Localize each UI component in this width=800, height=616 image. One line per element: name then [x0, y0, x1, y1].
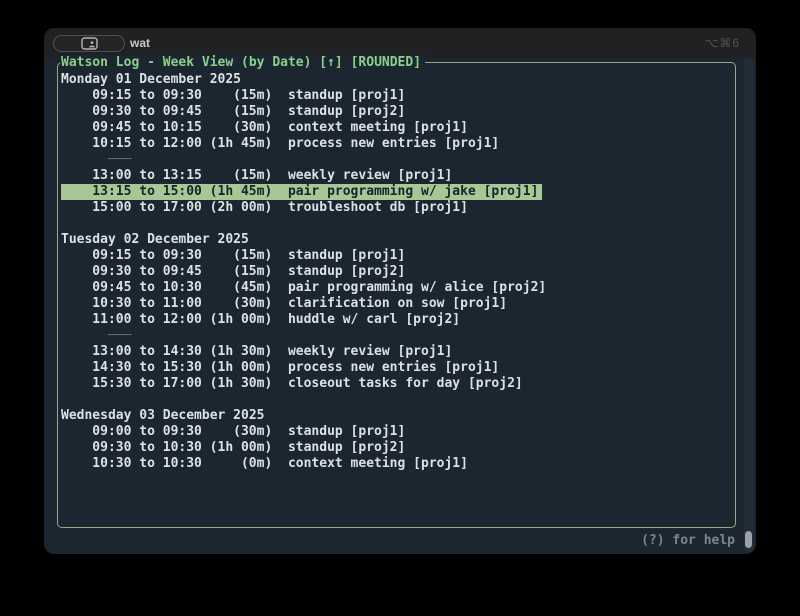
entry-duration: (30m) — [202, 424, 272, 440]
entry-description: closeout tasks for day [proj2] — [288, 376, 523, 392]
entry-time-range: 14:30 to 15:30 — [92, 360, 202, 376]
entry-time-range: 09:45 to 10:15 — [92, 120, 202, 136]
log-entry[interactable]: 09:15 to 09:30(15m) standup [proj1] — [61, 248, 734, 264]
entry-duration: (2h 00m) — [202, 200, 272, 216]
entry-description: process new entries [proj1] — [288, 136, 499, 152]
gap-indicator: ─── — [61, 152, 734, 168]
entry-description: standup [proj1] — [288, 88, 405, 104]
day-header: Monday 01 December 2025 — [61, 72, 734, 88]
entry-time-range: 10:30 to 11:00 — [92, 296, 202, 312]
entry-description: clarification on sow [proj1] — [288, 296, 507, 312]
day-section: Wednesday 03 December 202509:00 to 09:30… — [61, 408, 734, 472]
week-view-panel: Watson Log - Week View (by Date) [↑] [RO… — [57, 62, 736, 528]
terminal-window-icon — [81, 37, 98, 50]
entry-time-range: 13:00 to 13:15 — [92, 168, 202, 184]
log-entry[interactable]: 15:30 to 17:00(1h 30m) closeout tasks for… — [61, 376, 734, 392]
entry-duration: (1h 00m) — [202, 440, 272, 456]
window-title: wat — [130, 36, 150, 50]
entry-description: process new entries [proj1] — [288, 360, 499, 376]
entry-duration: (1h 30m) — [202, 344, 272, 360]
entry-description: weekly review [proj1] — [288, 168, 452, 184]
entry-time-range: 09:30 to 10:30 — [92, 440, 202, 456]
entry-time-range: 09:30 to 09:45 — [92, 104, 202, 120]
log-entry[interactable]: 10:30 to 11:00(30m) clarification on sow … — [61, 296, 734, 312]
log-entry[interactable]: 14:30 to 15:30(1h 00m) process new entrie… — [61, 360, 734, 376]
entry-time-range: 15:30 to 17:00 — [92, 376, 202, 392]
gap-indicator: ─── — [61, 328, 734, 344]
entry-time-range: 09:15 to 09:30 — [92, 248, 202, 264]
entry-time-range: 09:15 to 09:30 — [92, 88, 202, 104]
entry-duration: (15m) — [202, 88, 272, 104]
desktop-background: wat ⌥⌘6 Watson Log - Week View (by Date)… — [0, 0, 800, 616]
entry-duration: (15m) — [202, 248, 272, 264]
log-entry[interactable]: 09:30 to 09:45(15m) standup [proj2] — [61, 264, 734, 280]
entry-description: standup [proj1] — [288, 424, 405, 440]
entry-description: standup [proj2] — [288, 264, 405, 280]
log-entry[interactable]: 09:45 to 10:15(30m) context meeting [proj… — [61, 120, 734, 136]
log-entry[interactable]: 09:45 to 10:30(45m) pair programming w/ a… — [61, 280, 734, 296]
entry-duration: (1h 00m) — [202, 360, 272, 376]
entry-description: huddle w/ carl [proj2] — [288, 312, 460, 328]
log-entry[interactable]: 10:30 to 10:30(0m) context meeting [proj1… — [61, 456, 734, 472]
entry-description: context meeting [proj1] — [288, 456, 468, 472]
entry-duration: (1h 45m) — [202, 184, 272, 200]
panel-title: Watson Log - Week View (by Date) [↑] [RO… — [60, 55, 425, 71]
log-entry[interactable]: 09:30 to 10:30(1h 00m) standup [proj2] — [61, 440, 734, 456]
entry-duration: (1h 30m) — [202, 376, 272, 392]
help-hint: (?) for help — [641, 533, 735, 549]
entry-description: context meeting [proj1] — [288, 120, 468, 136]
log-entry[interactable]: 11:00 to 12:00(1h 00m) huddle w/ carl [pr… — [61, 312, 734, 328]
log-entry[interactable]: 13:00 to 14:30(1h 30m) weekly review [pro… — [61, 344, 734, 360]
day-header: Wednesday 03 December 2025 — [61, 408, 734, 424]
scrollbar-thumb[interactable] — [745, 531, 752, 548]
entry-description: standup [proj2] — [288, 104, 405, 120]
gap-dash: ─── — [108, 152, 131, 167]
entry-duration: (1h 00m) — [202, 312, 272, 328]
entry-time-range: 09:00 to 09:30 — [92, 424, 202, 440]
log-entry[interactable]: 13:00 to 13:15(15m) weekly review [proj1] — [61, 168, 734, 184]
log-entry-selected[interactable]: 13:15 to 15:00(1h 45m) pair programming w… — [61, 184, 542, 200]
entry-duration: (15m) — [202, 104, 272, 120]
entry-duration: (15m) — [202, 168, 272, 184]
entry-description: pair programming w/ jake [proj1] — [288, 184, 538, 200]
entry-duration: (0m) — [202, 456, 272, 472]
entry-time-range: 09:45 to 10:30 — [92, 280, 202, 296]
entry-duration: (30m) — [202, 296, 272, 312]
titlebar[interactable]: wat ⌥⌘6 — [44, 28, 756, 58]
entry-description: standup [proj1] — [288, 248, 405, 264]
terminal-window: wat ⌥⌘6 Watson Log - Week View (by Date)… — [44, 28, 756, 554]
entry-description: standup [proj2] — [288, 440, 405, 456]
day-section: Monday 01 December 202509:15 to 09:30(15… — [61, 72, 734, 216]
log-content: Monday 01 December 202509:15 to 09:30(15… — [61, 72, 734, 526]
day-section: Tuesday 02 December 202509:15 to 09:30(1… — [61, 232, 734, 392]
log-entry[interactable]: 10:15 to 12:00(1h 45m) process new entrie… — [61, 136, 734, 152]
log-entry[interactable]: 15:00 to 17:00(2h 00m) troubleshoot db [p… — [61, 200, 734, 216]
entry-description: pair programming w/ alice [proj2] — [288, 280, 546, 296]
entry-time-range: 13:15 to 15:00 — [92, 184, 202, 200]
log-entry[interactable]: 09:30 to 09:45(15m) standup [proj2] — [61, 104, 734, 120]
scrollbar-track[interactable] — [744, 58, 754, 552]
entry-duration: (30m) — [202, 120, 272, 136]
entry-time-range: 15:00 to 17:00 — [92, 200, 202, 216]
entry-time-range: 10:15 to 12:00 — [92, 136, 202, 152]
entry-time-range: 10:30 to 10:30 — [92, 456, 202, 472]
entry-time-range: 11:00 to 12:00 — [92, 312, 202, 328]
entry-description: troubleshoot db [proj1] — [288, 200, 468, 216]
log-entry[interactable]: 09:15 to 09:30(15m) standup [proj1] — [61, 88, 734, 104]
day-header: Tuesday 02 December 2025 — [61, 232, 734, 248]
tab-pill[interactable] — [53, 35, 125, 52]
entry-time-range: 13:00 to 14:30 — [92, 344, 202, 360]
entry-duration: (1h 45m) — [202, 136, 272, 152]
gap-dash: ─── — [108, 328, 131, 343]
entry-duration: (45m) — [202, 280, 272, 296]
log-entry[interactable]: 09:00 to 09:30(30m) standup [proj1] — [61, 424, 734, 440]
terminal-screen: Watson Log - Week View (by Date) [↑] [RO… — [44, 58, 756, 554]
window-shortcut-badge: ⌥⌘6 — [704, 36, 740, 50]
entry-duration: (15m) — [202, 264, 272, 280]
entry-time-range: 09:30 to 09:45 — [92, 264, 202, 280]
entry-description: weekly review [proj1] — [288, 344, 452, 360]
